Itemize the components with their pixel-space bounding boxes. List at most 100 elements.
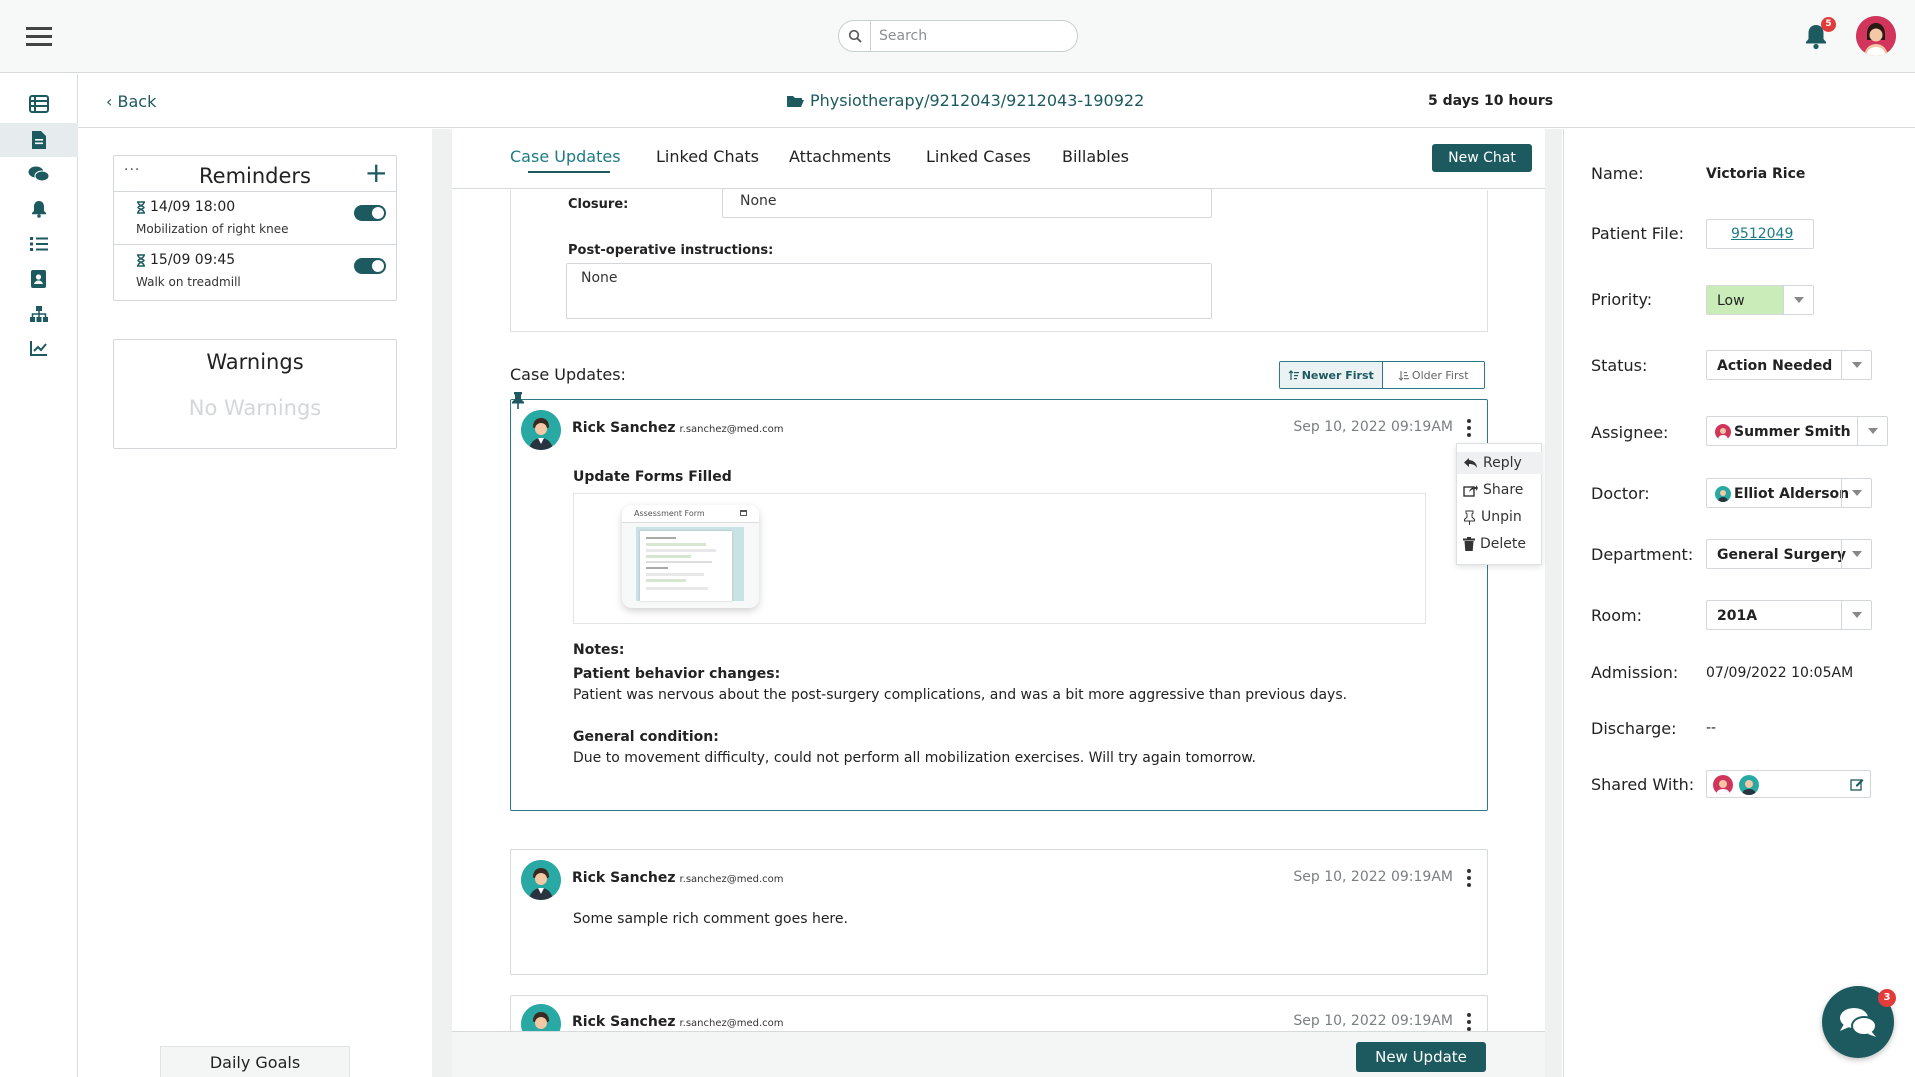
author-avatar[interactable] (521, 410, 561, 450)
form-preview-page (640, 531, 732, 601)
back-link[interactable]: ‹ Back (106, 92, 156, 111)
priority-select[interactable]: Low (1706, 285, 1814, 315)
sort-desc-icon (1288, 369, 1299, 381)
reminders-header: ··· Reminders + (114, 156, 396, 192)
left-nav-rail (0, 74, 78, 1077)
analytics-chart-icon[interactable] (0, 331, 78, 365)
edit-icon[interactable] (1850, 777, 1864, 791)
sort-newer-first-button[interactable]: Newer First (1280, 362, 1382, 388)
tab-billables[interactable]: Billables (1062, 147, 1129, 166)
assignee-name: Summer Smith (1734, 424, 1851, 440)
more-options-icon[interactable] (1463, 1011, 1475, 1033)
reminder-description: Mobilization of right knee (136, 222, 289, 236)
doctor-select[interactable]: Elliot Alderson (1706, 478, 1872, 508)
tab-linked-chats[interactable]: Linked Chats (656, 147, 759, 166)
shared-with-field[interactable] (1706, 770, 1871, 798)
bell-icon[interactable] (0, 192, 78, 226)
admission-value: 07/09/2022 10:05AM (1706, 665, 1854, 681)
daily-goals-tab[interactable]: Daily Goals (160, 1046, 350, 1077)
hamburger-menu-icon[interactable] (24, 23, 56, 51)
sort-order-toggle: Newer First Older First (1279, 361, 1485, 389)
contact-book-icon[interactable] (0, 262, 78, 296)
closure-label: Closure: (568, 197, 629, 212)
status-select[interactable]: Action Needed (1706, 350, 1872, 380)
unpin-icon (1463, 510, 1476, 525)
chevron-down-icon (1841, 479, 1871, 507)
author-email: r.sanchez@med.com (679, 424, 784, 435)
reminders-title: Reminders (199, 164, 311, 188)
assignee-label: Assignee: (1591, 423, 1669, 442)
chat-bubbles-icon[interactable] (0, 157, 78, 191)
active-tab-indicator (528, 171, 610, 173)
forms-area: Assessment Form (573, 493, 1426, 624)
update-comment-text: Some sample rich comment goes here. (573, 911, 848, 927)
author-name: Rick Sanchez r.sanchez@med.com (572, 870, 784, 886)
add-reminder-icon[interactable]: + (365, 156, 388, 190)
chat-count-badge: 3 (1878, 989, 1896, 1007)
doctor-value: Elliot Alderson (1715, 486, 1849, 502)
behavior-changes-label: Patient behavior changes: (573, 666, 781, 682)
warnings-empty-text: No Warnings (188, 396, 322, 420)
chevron-down-icon (1841, 601, 1871, 629)
search-input[interactable] (879, 27, 1069, 45)
reminder-toggle[interactable] (354, 258, 386, 274)
list-view-icon[interactable] (0, 87, 78, 121)
room-select[interactable]: 201A (1706, 600, 1872, 630)
name-label: Name: (1591, 164, 1644, 183)
case-document-icon[interactable] (0, 123, 78, 157)
assignee-select[interactable]: Summer Smith (1706, 416, 1888, 446)
folder-open-icon (786, 94, 804, 108)
window-icon (740, 510, 747, 516)
menu-item-delete[interactable]: Delete (1457, 533, 1543, 555)
assessment-form-thumbnail[interactable]: Assessment Form (622, 505, 759, 608)
case-subheader: ‹ Back Physiotherapy/9212043/9212043-190… (78, 74, 1915, 128)
chevron-down-icon (1783, 286, 1813, 314)
bottom-action-bar: New Update (452, 1031, 1545, 1077)
more-options-icon[interactable] (1463, 867, 1475, 889)
tab-linked-cases[interactable]: Linked Cases (926, 147, 1031, 166)
reminder-toggle[interactable] (354, 205, 386, 221)
update-date: Sep 10, 2022 09:19AM (1293, 419, 1453, 435)
case-updates-title: Case Updates: (510, 365, 626, 384)
back-label: Back (117, 92, 157, 111)
priority-value: Low (1717, 293, 1745, 309)
case-path-breadcrumb[interactable]: Physiotherapy/9212043/9212043-190922 (786, 91, 1144, 110)
more-options-icon[interactable] (1463, 417, 1475, 439)
search-box[interactable] (838, 20, 1078, 52)
closure-field[interactable]: None (722, 188, 1212, 218)
department-select[interactable]: General Surgery (1706, 539, 1872, 569)
org-chart-icon[interactable] (0, 297, 78, 331)
reminder-time: 14/09 18:00 (150, 199, 236, 215)
new-update-button[interactable]: New Update (1356, 1042, 1486, 1072)
sort-older-label: Older First (1411, 368, 1469, 382)
notes-label: Notes: (573, 642, 625, 658)
checklist-icon[interactable] (0, 227, 78, 261)
menu-item-reply-label: Reply (1483, 455, 1522, 471)
menu-item-share[interactable]: Share (1457, 479, 1543, 501)
menu-item-reply[interactable]: Reply (1457, 452, 1543, 474)
sort-older-first-button[interactable]: Older First (1381, 362, 1484, 388)
doctor-label: Doctor: (1591, 484, 1650, 503)
case-form-section: Closure: None Post-operative instruction… (510, 188, 1488, 332)
user-avatar[interactable] (1856, 16, 1896, 56)
sort-asc-icon (1398, 370, 1409, 381)
new-chat-button[interactable]: New Chat (1432, 144, 1532, 172)
assessment-form-header: Assessment Form (622, 505, 759, 523)
general-condition-label: General condition: (573, 729, 719, 745)
author-avatar[interactable] (521, 860, 561, 900)
update-date: Sep 10, 2022 09:19AM (1293, 869, 1453, 885)
menu-item-share-label: Share (1483, 482, 1524, 498)
assignee-avatar (1715, 424, 1731, 440)
search-icon[interactable] (839, 21, 871, 51)
shared-user-avatar (1713, 775, 1733, 795)
discharge-label: Discharge: (1591, 719, 1677, 738)
warnings-title: Warnings (206, 350, 304, 374)
menu-item-delete-label: Delete (1480, 536, 1526, 552)
postop-field[interactable]: None (566, 263, 1212, 319)
tab-attachments[interactable]: Attachments (789, 147, 891, 166)
tab-case-updates[interactable]: Case Updates (510, 147, 621, 166)
author-email: r.sanchez@med.com (679, 874, 784, 885)
menu-item-unpin[interactable]: Unpin (1457, 506, 1543, 528)
patient-file-link[interactable]: 9512049 (1706, 219, 1814, 249)
trash-icon (1463, 537, 1475, 551)
